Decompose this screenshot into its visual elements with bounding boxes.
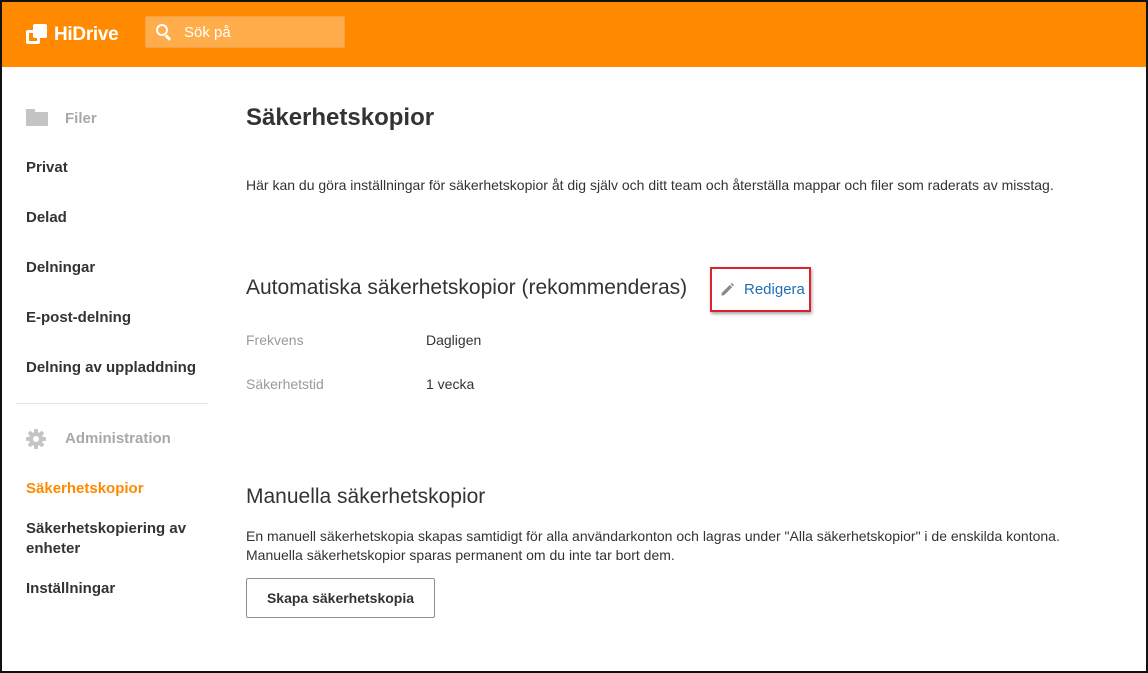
- search-icon: [156, 24, 172, 41]
- search-box[interactable]: [145, 16, 345, 48]
- sidebar-group-label: Administration: [65, 429, 171, 447]
- app-window: HiDrive Filer Privat Delad Delningar E-p…: [0, 0, 1148, 673]
- search-input[interactable]: [184, 23, 334, 41]
- auto-backup-title: Automatiska säkerhetskopior (rekommender…: [246, 276, 688, 299]
- pencil-icon: [721, 282, 735, 296]
- sidebar-group-administration[interactable]: Administration: [26, 429, 171, 449]
- sidebar-item-delad[interactable]: Delad: [26, 208, 201, 228]
- manual-backup-description: En manuell säkerhetskopia skapas samtidi…: [246, 527, 1126, 565]
- sidebar-item-sakerhetskopiering-av-enheter[interactable]: Säkerhetskopiering av enheter: [26, 519, 201, 559]
- retention-label: Säkerhetstid: [246, 376, 324, 392]
- sidebar-item-delningar[interactable]: Delningar: [26, 258, 201, 278]
- hidrive-logo-icon: [26, 24, 48, 46]
- logo-text: HiDrive: [54, 24, 119, 45]
- sidebar-divider: [16, 403, 208, 404]
- page-title: Säkerhetskopior: [246, 104, 435, 131]
- frequency-label: Frekvens: [246, 332, 304, 348]
- sidebar-item-delning-av-uppladdning[interactable]: Delning av uppladdning: [26, 358, 201, 378]
- gear-icon: [26, 429, 48, 449]
- sidebar-group-files[interactable]: Filer: [26, 109, 97, 127]
- retention-value: 1 vecka: [426, 376, 475, 392]
- edit-link-label: Redigera: [744, 281, 805, 298]
- manual-backup-title: Manuella säkerhetskopior: [246, 485, 486, 508]
- edit-highlight: Redigera: [710, 267, 811, 312]
- frequency-value: Dagligen: [426, 332, 482, 348]
- sidebar-group-label: Filer: [65, 109, 97, 127]
- hidrive-logo[interactable]: HiDrive: [26, 22, 119, 48]
- sidebar-item-privat[interactable]: Privat: [26, 158, 201, 178]
- sidebar-item-sakerhetskopior[interactable]: Säkerhetskopior: [26, 479, 201, 499]
- manual-description-line-1: En manuell säkerhetskopia skapas samtidi…: [246, 528, 1060, 544]
- edit-link[interactable]: Redigera: [720, 281, 805, 298]
- folder-icon: [26, 109, 48, 127]
- sidebar-item-installningar[interactable]: Inställningar: [26, 579, 201, 599]
- create-backup-button[interactable]: Skapa säkerhetskopia: [246, 578, 435, 618]
- top-bar: HiDrive: [2, 2, 1146, 67]
- sidebar-item-epost-delning[interactable]: E-post-delning: [26, 308, 201, 328]
- intro-text: Här kan du göra inställningar för säkerh…: [246, 177, 1054, 193]
- manual-description-line-2: Manuella säkerhetskopior sparas permanen…: [246, 547, 675, 563]
